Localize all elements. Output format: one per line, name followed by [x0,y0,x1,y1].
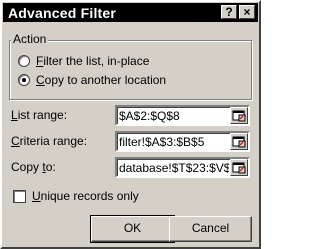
list-range-input[interactable] [119,108,229,124]
title-bar[interactable]: Advanced Filter ? × [3,3,258,22]
help-button[interactable]: ? [221,5,237,19]
action-group [9,40,252,100]
close-button[interactable]: × [239,5,255,19]
advanced-filter-dialog: Advanced Filter ? × Action Filter the li… [0,0,261,249]
radio-filter-in-place-indicator[interactable] [18,55,30,67]
radio-filter-in-place-label: Filter the list, in-place [36,54,150,68]
criteria-range-collapse-button[interactable] [230,133,248,150]
copy-to-collapse-button[interactable] [230,159,248,176]
unique-records-checkbox[interactable] [13,189,26,203]
unique-records-checkbox-row[interactable]: Unique records only [13,189,139,203]
unique-records-label: Unique records only [32,189,139,203]
list-range-field[interactable] [115,105,250,126]
copy-to-field[interactable] [115,157,250,178]
copy-to-input[interactable] [119,160,229,176]
collapse-dialog-icon [232,136,246,148]
radio-filter-in-place[interactable]: Filter the list, in-place [18,53,149,69]
dialog-title: Advanced Filter [8,5,117,21]
criteria-range-field[interactable] [115,131,250,152]
copy-to-label: Copy to: [11,160,56,174]
ok-button[interactable]: OK [90,215,175,243]
radio-copy-to-location-indicator[interactable] [18,74,30,86]
list-range-collapse-button[interactable] [230,107,248,124]
criteria-range-input[interactable] [119,134,229,150]
cancel-button[interactable]: Cancel [169,216,252,242]
action-group-label: Action [11,32,49,46]
radio-copy-to-location-label: Copy to another location [36,73,167,87]
collapse-dialog-icon [232,110,246,122]
criteria-range-label: Criteria range: [11,134,88,148]
close-icon: × [243,5,251,19]
help-icon: ? [225,5,233,19]
radio-copy-to-location[interactable]: Copy to another location [18,72,166,88]
list-range-label: List range: [11,108,68,122]
collapse-dialog-icon [232,162,246,174]
